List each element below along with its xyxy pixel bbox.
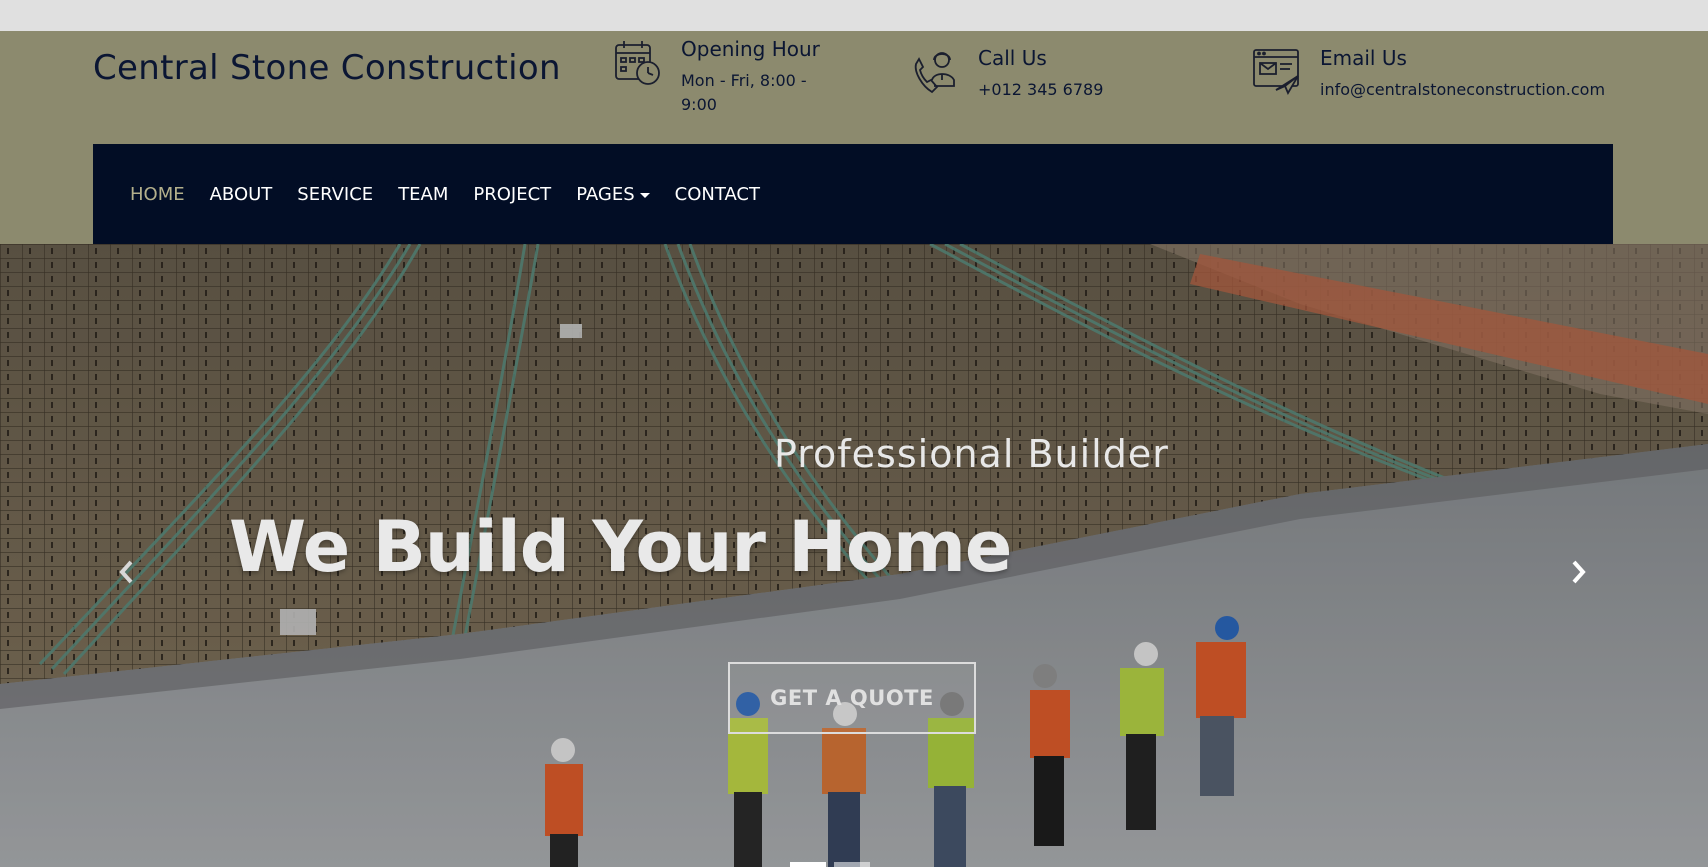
nav-contact-label: CONTACT [674, 183, 760, 205]
chevron-left-icon [119, 560, 133, 584]
email-us-info: Email Us info@centralstoneconstruction.c… [1252, 46, 1605, 102]
opening-hours-value: Mon - Fri, 8:00 - 9:00 [681, 71, 807, 114]
hero-carousel: Professional Builder We Build Your Home … [0, 244, 1708, 867]
email-us-title: Email Us [1320, 46, 1407, 70]
calendar-clock-icon [613, 37, 663, 87]
carousel-indicators [790, 862, 870, 867]
caret-down-icon [639, 192, 650, 198]
phone-support-icon [910, 46, 960, 96]
hero-title: We Build Your Home [229, 506, 1012, 588]
email-address[interactable]: info@centralstoneconstruction.com [1320, 78, 1605, 102]
nav-pages-label: PAGES [576, 183, 635, 205]
call-us-title: Call Us [978, 46, 1047, 70]
brand-logo-text[interactable]: Central Stone Construction [93, 48, 561, 88]
opening-hours-info: Opening Hour Mon - Fri, 8:00 - 9:00 [613, 37, 831, 117]
nav-team[interactable]: TEAM [398, 184, 448, 205]
carousel-indicator-2[interactable] [834, 862, 870, 867]
nav-contact[interactable]: CONTACT [675, 184, 760, 205]
carousel-prev-button[interactable] [112, 557, 142, 587]
nav-home[interactable]: HOME [130, 184, 185, 205]
nav-team-label: TEAM [398, 183, 449, 205]
nav-service-label: SERVICE [297, 183, 374, 205]
hero-subtitle: Professional Builder [774, 432, 1169, 476]
nav-about[interactable]: ABOUT [210, 184, 273, 205]
nav-service[interactable]: SERVICE [297, 184, 373, 205]
nav-home-label: HOME [130, 183, 185, 205]
call-us-info: Call Us +012 345 6789 [910, 46, 1103, 102]
get-a-quote-button[interactable]: GET A QUOTE [728, 662, 976, 734]
browser-top-strip [0, 0, 1708, 31]
email-send-icon [1252, 46, 1302, 96]
nav-project-label: PROJECT [473, 183, 552, 205]
nav-about-label: ABOUT [209, 183, 273, 205]
carousel-indicator-1[interactable] [790, 862, 826, 867]
chevron-right-icon [1572, 560, 1586, 584]
nav-pages-dropdown[interactable]: PAGES [576, 183, 650, 205]
main-navbar: HOME ABOUT SERVICE TEAM PROJECT PAGES CO… [93, 144, 1613, 244]
nav-project[interactable]: PROJECT [473, 184, 551, 205]
opening-hours-title: Opening Hour [681, 37, 820, 61]
phone-number[interactable]: +012 345 6789 [978, 78, 1103, 102]
carousel-next-button[interactable] [1563, 557, 1593, 587]
